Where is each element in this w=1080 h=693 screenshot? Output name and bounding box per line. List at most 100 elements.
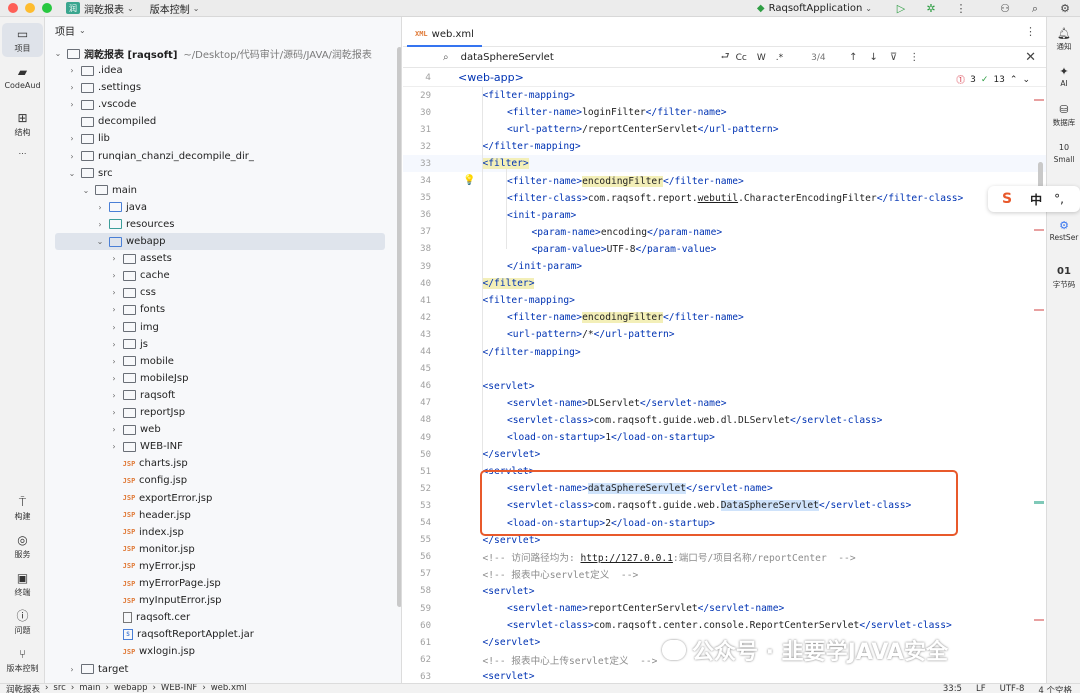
chevron-right-icon[interactable]: › [109, 340, 119, 349]
tool-bytecode[interactable]: 01 字节码 [1047, 265, 1080, 290]
chevron-right-icon[interactable]: › [109, 425, 119, 434]
chevron-right-icon[interactable]: › [109, 271, 119, 280]
close-icon[interactable]: ✕ [1025, 50, 1036, 65]
tree-item[interactable]: › js [45, 336, 401, 353]
tree-item[interactable]: › .settings [45, 79, 401, 96]
tool-more[interactable]: … [2, 147, 43, 156]
tree-item[interactable]: ⌄ webapp [55, 233, 385, 250]
indent-setting[interactable]: 4 个空格 [1038, 684, 1072, 693]
tree-item[interactable]: JSP charts.jsp [45, 455, 401, 472]
tree-item[interactable]: JSP myErrorPage.jsp [45, 575, 401, 592]
tree-item[interactable]: JSP header.jsp [45, 507, 401, 524]
chevron-right-icon[interactable]: › [109, 305, 119, 314]
more-actions-icon[interactable]: ⋮ [954, 2, 968, 16]
tree-item[interactable]: › web [45, 421, 401, 438]
tool-terminal[interactable]: ▣ 终端 [2, 571, 43, 598]
ime-punct-toggle[interactable]: °, [1054, 192, 1064, 206]
find-input[interactable]: dataSphereServlet [461, 52, 721, 63]
tree-item[interactable]: › .idea [45, 62, 401, 79]
chevron-right-icon[interactable]: › [109, 288, 119, 297]
tree-item[interactable]: ⌄ main [45, 182, 401, 199]
chevron-right-icon[interactable]: › [109, 254, 119, 263]
tree-item[interactable]: › assets [45, 250, 401, 267]
previous-match-icon[interactable]: ↑ [849, 52, 857, 63]
line-separator[interactable]: LF [976, 684, 986, 693]
tree-item[interactable]: JSP myInputError.jsp [45, 592, 401, 609]
tree-item[interactable]: JSP config.jsp [45, 472, 401, 489]
ime-toolbar[interactable]: S 中 °, [988, 186, 1080, 212]
tree-item[interactable]: JSP exportError.jsp [45, 490, 401, 507]
chevron-right-icon[interactable]: › [109, 357, 119, 366]
tool-project[interactable]: ▭ 项目 [2, 23, 43, 57]
vcs-menu[interactable]: 版本控制 [150, 1, 190, 16]
tab-web-xml[interactable]: XML web.xml [407, 23, 482, 47]
debug-icon[interactable]: ✲ [924, 2, 938, 16]
file-encoding[interactable]: UTF-8 [1000, 684, 1025, 693]
chevron-right-icon[interactable]: › [67, 66, 77, 75]
tree-item[interactable]: ⌄ src [45, 165, 401, 182]
tree-item[interactable]: › fonts [45, 301, 401, 318]
maximize-window-button[interactable] [42, 3, 52, 13]
tree-item[interactable]: › css [45, 284, 401, 301]
breadcrumb-item[interactable]: 润乾报表 [6, 684, 40, 693]
breadcrumb-item[interactable]: web.xml [211, 684, 247, 693]
inspection-widget[interactable]: ⓵ 3 ✓ 13 ⌃ ⌄ [956, 73, 1030, 87]
tool-services[interactable]: ◎ 服务 [2, 533, 43, 560]
tree-item[interactable]: › java [45, 199, 401, 216]
tree-item[interactable]: › reportJsp [45, 404, 401, 421]
chevron-right-icon[interactable]: › [109, 408, 119, 417]
chevron-right-icon[interactable]: › [67, 665, 77, 674]
caret-position[interactable]: 33:5 [943, 684, 962, 693]
chevron-right-icon[interactable]: › [109, 442, 119, 451]
whole-word-toggle[interactable]: W [757, 53, 766, 63]
tree-item[interactable]: raqsoft.cer [45, 609, 401, 626]
search-icon[interactable]: ⌕ [1028, 2, 1042, 16]
project-scrollbar[interactable] [397, 47, 401, 607]
tab-options-icon[interactable]: ⋮ [1025, 25, 1036, 38]
tree-item[interactable]: JSP wxlogin.jsp [45, 643, 401, 660]
tool-restservice[interactable]: ⚙ RestSer [1047, 219, 1080, 242]
chevron-down-icon[interactable]: ⌄ [67, 169, 77, 178]
tool-notifications[interactable]: 🔔︎ 通知 [1047, 27, 1080, 52]
run-config-selector[interactable]: ◆ RaqsoftApplication ⌄ [757, 3, 872, 14]
match-case-toggle[interactable]: Cc [736, 53, 747, 63]
tool-build[interactable]: ⍑ 构建 [2, 495, 43, 522]
chevron-right-icon[interactable]: › [67, 83, 77, 92]
regex-toggle[interactable]: .* [776, 53, 783, 63]
tree-item[interactable]: › WEB-INF [45, 438, 401, 455]
chevron-right-icon[interactable]: › [67, 134, 77, 143]
tool-codeaudit[interactable]: ▰ CodeAud [2, 65, 43, 90]
chevron-right-icon[interactable]: › [67, 152, 77, 161]
project-panel-header[interactable]: 项目 ⌄ [45, 17, 401, 43]
add-user-icon[interactable]: ⚇ [998, 2, 1012, 16]
run-icon[interactable]: ▷ [894, 2, 908, 16]
tool-problems[interactable]: ⓘ 问题 [2, 609, 43, 636]
chevron-right-icon[interactable]: › [109, 323, 119, 332]
tree-item[interactable]: › resources [45, 216, 401, 233]
chevron-right-icon[interactable]: › [95, 220, 105, 229]
minimize-window-button[interactable] [25, 3, 35, 13]
tree-item[interactable]: decompiled [45, 113, 401, 130]
lightbulb-icon[interactable]: 💡 [463, 175, 475, 186]
tree-item[interactable]: › target [45, 661, 401, 678]
tree-item[interactable]: › runqian_chanzi_decompile_dir_ [45, 148, 401, 165]
tool-small[interactable]: 10 Small [1047, 141, 1080, 164]
next-match-icon[interactable]: ↓ [870, 52, 878, 63]
tree-item[interactable]: JSP monitor.jsp [45, 541, 401, 558]
tree-root[interactable]: ⌄ 润乾报表 [raqsoft] ~/Desktop/代码审计/源码/JAVA/… [45, 45, 401, 62]
tree-item[interactable]: › img [45, 319, 401, 336]
tool-ai[interactable]: ✦ AI [1047, 65, 1080, 88]
chevron-right-icon[interactable]: › [95, 203, 105, 212]
tree-item[interactable]: › cache [45, 267, 401, 284]
project-switcher[interactable]: 润乾报表 [84, 1, 124, 16]
settings-icon[interactable]: ⚙ [1058, 2, 1072, 16]
chevron-right-icon[interactable]: › [109, 391, 119, 400]
find-more-icon[interactable]: ⋮ [909, 52, 919, 63]
chevron-down-icon[interactable]: ⌄ [95, 237, 105, 246]
code-area[interactable]: 29 <filter-mapping> 30 <filter-name>loginFi… [403, 69, 1046, 683]
breadcrumb-item[interactable]: main [79, 684, 100, 693]
replace-toggle-icon[interactable]: ⮐ [721, 49, 730, 66]
chevron-right-icon[interactable]: › [109, 374, 119, 383]
breadcrumb-item[interactable]: src [53, 684, 65, 693]
tree-item[interactable]: JSP index.jsp [45, 524, 401, 541]
